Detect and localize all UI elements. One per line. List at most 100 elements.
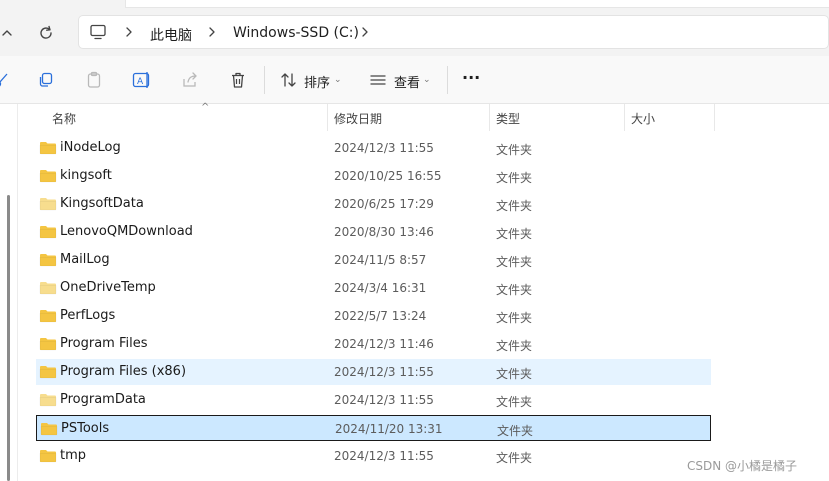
- file-name: tmp: [60, 448, 87, 463]
- folder-icon: [39, 393, 57, 407]
- chevron-right-icon[interactable]: [359, 24, 371, 40]
- file-name: kingsoft: [60, 168, 112, 183]
- modified-date: 2020/8/30 13:46: [334, 225, 434, 239]
- file-row[interactable]: PerfLogs 2022/5/7 13:24 文件夹: [36, 303, 711, 329]
- window-tab[interactable]: [125, 0, 829, 8]
- file-name: Program Files (x86): [60, 364, 187, 379]
- column-divider[interactable]: [489, 104, 490, 131]
- modified-date: 2024/11/20 13:31: [335, 422, 443, 436]
- share-icon[interactable]: [180, 70, 200, 90]
- modified-date: 2024/12/3 11:55: [334, 365, 434, 379]
- copy-icon[interactable]: [36, 70, 56, 90]
- cut-icon[interactable]: [0, 70, 12, 90]
- modified-date: 2020/10/25 16:55: [334, 169, 442, 183]
- column-header: ^ 名称 修改日期 类型 大小: [19, 102, 829, 131]
- modified-date: 2022/5/7 13:24: [334, 309, 427, 323]
- toolbar-separator: [447, 66, 448, 94]
- file-name: ProgramData: [60, 392, 146, 407]
- file-row[interactable]: OneDriveTemp 2024/3/4 16:31 文件夹: [36, 275, 711, 301]
- file-type: 文件夹: [496, 283, 533, 297]
- file-type: 文件夹: [497, 424, 534, 438]
- title-strip: [0, 0, 829, 10]
- file-row[interactable]: kingsoft 2020/10/25 16:55 文件夹: [36, 163, 711, 189]
- file-name: LenovoQMDownload: [60, 224, 193, 239]
- file-type: 文件夹: [496, 227, 533, 241]
- file-row[interactable]: Program Files (x86) 2024/12/3 11:55 文件夹: [36, 359, 711, 385]
- column-divider[interactable]: [624, 104, 625, 131]
- more-options-button[interactable]: ···: [462, 68, 480, 87]
- folder-icon: [39, 141, 57, 155]
- svg-text:A: A: [137, 77, 144, 87]
- file-name: PSTools: [61, 421, 110, 436]
- refresh-icon[interactable]: [33, 20, 59, 46]
- column-size[interactable]: 大小: [631, 110, 655, 127]
- column-date[interactable]: 修改日期: [334, 110, 382, 127]
- file-name: PerfLogs: [60, 308, 116, 323]
- file-type: 文件夹: [496, 367, 533, 381]
- rename-icon[interactable]: A: [132, 70, 152, 90]
- watermark: CSDN @小橘是橘子: [687, 459, 798, 473]
- chevron-right-icon[interactable]: [123, 24, 135, 40]
- scrollbar-thumb[interactable]: [7, 195, 10, 481]
- modified-date: 2024/12/3 11:55: [334, 393, 434, 407]
- file-type: 文件夹: [496, 171, 533, 185]
- column-divider[interactable]: [327, 104, 328, 131]
- breadcrumb-drive-c[interactable]: Windows-SSD (C:): [233, 25, 359, 41]
- file-type: 文件夹: [496, 451, 533, 465]
- view-button[interactable]: 查看: [394, 72, 420, 91]
- column-type[interactable]: 类型: [496, 110, 520, 127]
- file-row[interactable]: ProgramData 2024/12/3 11:55 文件夹: [36, 387, 711, 413]
- sort-button[interactable]: 排序: [304, 72, 330, 91]
- toolbar-separator: [264, 66, 265, 94]
- file-name: MailLog: [60, 252, 110, 267]
- folder-icon: [39, 225, 57, 239]
- file-row[interactable]: KingsoftData 2020/6/25 17:29 文件夹: [36, 191, 711, 217]
- chevron-right-icon[interactable]: [206, 24, 218, 40]
- file-row[interactable]: iNodeLog 2024/12/3 11:55 文件夹: [36, 135, 711, 161]
- column-name[interactable]: 名称: [52, 110, 76, 127]
- modified-date: 2024/12/3 11:46: [334, 337, 434, 351]
- file-type: 文件夹: [496, 339, 533, 353]
- folder-icon: [39, 365, 57, 379]
- paste-icon[interactable]: [84, 70, 104, 90]
- modified-date: 2020/6/25 17:29: [334, 197, 434, 211]
- folder-icon: [39, 309, 57, 323]
- navigation-pane[interactable]: [0, 104, 18, 481]
- file-type: 文件夹: [496, 395, 533, 409]
- delete-icon[interactable]: [228, 70, 248, 90]
- folder-icon: [39, 449, 57, 463]
- column-divider[interactable]: [714, 104, 715, 131]
- modified-date: 2024/12/3 11:55: [334, 449, 434, 463]
- modified-date: 2024/12/3 11:55: [334, 141, 434, 155]
- folder-icon: [40, 422, 58, 436]
- file-row[interactable]: tmp 2024/12/3 11:55 文件夹: [36, 443, 711, 469]
- file-name: KingsoftData: [60, 196, 144, 211]
- folder-icon: [39, 281, 57, 295]
- view-icon[interactable]: [368, 70, 388, 90]
- file-type: 文件夹: [496, 143, 533, 157]
- command-bar: A 排序 ⌄ 查看 ⌄ ···: [0, 56, 829, 104]
- file-row[interactable]: PSTools 2024/11/20 13:31 文件夹: [36, 415, 711, 441]
- file-row[interactable]: MailLog 2024/11/5 8:57 文件夹: [36, 247, 711, 273]
- modified-date: 2024/3/4 16:31: [334, 281, 427, 295]
- file-row[interactable]: Program Files 2024/12/3 11:46 文件夹: [36, 331, 711, 357]
- folder-icon: [39, 337, 57, 351]
- file-type: 文件夹: [496, 255, 533, 269]
- file-type: 文件夹: [496, 199, 533, 213]
- breadcrumb-this-pc[interactable]: 此电脑: [150, 25, 192, 45]
- chevron-down-icon[interactable]: ⌄: [423, 75, 431, 85]
- sort-icon[interactable]: [279, 70, 299, 90]
- address-row: 此电脑 Windows-SSD (C:): [0, 10, 829, 56]
- file-name: iNodeLog: [60, 140, 121, 155]
- up-arrow-icon[interactable]: [0, 20, 20, 46]
- modified-date: 2024/11/5 8:57: [334, 253, 427, 267]
- monitor-icon: [89, 24, 107, 44]
- folder-icon: [39, 169, 57, 183]
- file-name: OneDriveTemp: [60, 280, 156, 295]
- folder-icon: [39, 197, 57, 211]
- file-type: 文件夹: [496, 311, 533, 325]
- file-name: Program Files: [60, 336, 148, 351]
- address-bar[interactable]: 此电脑 Windows-SSD (C:): [78, 15, 829, 49]
- file-row[interactable]: LenovoQMDownload 2020/8/30 13:46 文件夹: [36, 219, 711, 245]
- chevron-down-icon[interactable]: ⌄: [334, 75, 342, 85]
